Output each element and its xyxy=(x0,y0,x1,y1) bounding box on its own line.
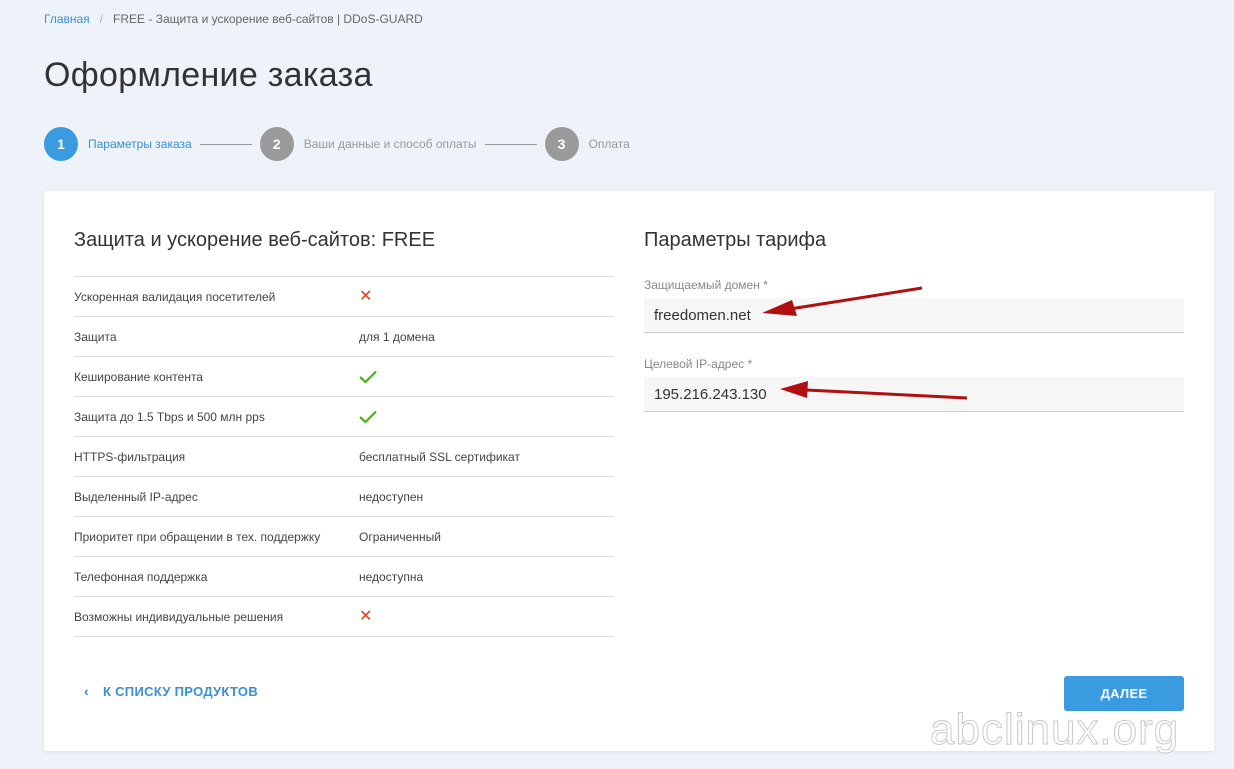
watermark-text: abclinux.org xyxy=(929,705,1180,755)
domain-label: Защищаемый домен * xyxy=(644,278,768,292)
cross-icon: ✕ xyxy=(359,287,373,305)
feature-value: Ограниченный xyxy=(359,529,441,544)
back-to-products-link[interactable]: ‹ К СПИСКУ ПРОДУКТОВ xyxy=(84,683,258,699)
feature-value xyxy=(359,410,614,424)
cross-icon: ✕ xyxy=(359,607,373,625)
page-title: Оформление заказа xyxy=(44,56,373,94)
product-title: Защита и ускорение веб-сайтов: FREE xyxy=(74,229,436,251)
tariff-params-section: Параметры тарифа Защищаемый домен * Целе… xyxy=(644,229,1184,412)
ip-field-wrap xyxy=(644,377,1184,412)
step-2-label: Ваши данные и способ оплаты xyxy=(303,137,477,151)
order-card: Защита и ускорение веб-сайтов: FREE Уско… xyxy=(44,191,1214,751)
feature-row: Защита до 1.5 Tbps и 500 млн pps xyxy=(74,397,614,437)
feature-row: Выделенный IP-адрес недоступен xyxy=(74,477,614,517)
feature-name: Приоритет при обращении в тех. поддержку xyxy=(74,529,321,544)
domain-input[interactable] xyxy=(654,306,1184,324)
feature-value: ✕ xyxy=(359,607,614,625)
feature-name: HTTPS-фильтрация xyxy=(74,449,186,464)
breadcrumb-home-link[interactable]: Главная xyxy=(44,12,90,26)
feature-value: недоступен xyxy=(359,489,424,504)
step-2: 2 Ваши данные и способ оплаты xyxy=(259,127,477,161)
feature-name: Выделенный IP-адрес xyxy=(74,489,198,504)
tariff-title: Параметры тарифа xyxy=(644,229,827,251)
breadcrumb: Главная / FREE - Защита и ускорение веб-… xyxy=(44,12,423,26)
ip-input[interactable] xyxy=(654,385,1184,403)
feature-row: Защита для 1 домена xyxy=(74,317,614,357)
step-1-number: 1 xyxy=(44,127,78,161)
step-1: 1 Параметры заказа xyxy=(44,127,192,161)
feature-row: Приоритет при обращении в тех. поддержку… xyxy=(74,517,614,557)
feature-row: HTTPS-фильтрация бесплатный SSL сертифика… xyxy=(74,437,614,477)
check-icon xyxy=(359,370,377,384)
feature-value: недоступна xyxy=(359,569,424,584)
feature-row: Возможны индивидуальные решения ✕ xyxy=(74,597,614,637)
domain-field-wrap xyxy=(644,298,1184,333)
feature-name: Телефонная поддержка xyxy=(74,569,208,584)
order-steps: 1 Параметры заказа 2 Ваши данные и спосо… xyxy=(44,127,630,161)
ip-label: Целевой IP-адрес * xyxy=(644,357,753,371)
feature-name: Возможны индивидуальные решения xyxy=(74,609,284,624)
feature-row: Ускоренная валидация посетителей ✕ xyxy=(74,277,614,317)
step-connector xyxy=(199,143,252,145)
feature-name: Защита до 1.5 Tbps и 500 млн pps xyxy=(74,409,265,424)
step-2-number: 2 xyxy=(259,127,294,161)
feature-value: ✕ xyxy=(359,287,614,305)
features-table: Ускоренная валидация посетителей ✕ Защита д… xyxy=(74,276,614,637)
chevron-left-icon: ‹ xyxy=(84,683,89,699)
feature-value: бесплатный SSL сертификат xyxy=(359,449,520,464)
product-features-section: Защита и ускорение веб-сайтов: FREE Уско… xyxy=(74,229,614,637)
feature-name: Ускоренная валидация посетителей xyxy=(74,289,276,304)
step-3: 3 Оплата xyxy=(544,127,630,161)
step-1-label: Параметры заказа xyxy=(88,137,192,151)
breadcrumb-current: FREE - Защита и ускорение веб-сайтов | D… xyxy=(113,12,423,26)
feature-name: Кеширование контента xyxy=(74,369,203,384)
step-3-number: 3 xyxy=(544,127,579,161)
feature-value: для 1 домена xyxy=(359,329,435,344)
step-3-label: Оплата xyxy=(588,137,630,151)
breadcrumb-separator: / xyxy=(99,12,104,26)
back-link-label: К СПИСКУ ПРОДУКТОВ xyxy=(102,683,259,699)
step-connector xyxy=(484,143,537,145)
feature-name: Защита xyxy=(74,329,117,344)
feature-value xyxy=(359,370,614,384)
feature-row: Телефонная поддержка недоступна xyxy=(74,557,614,597)
feature-row: Кеширование контента xyxy=(74,357,614,397)
check-icon xyxy=(359,410,377,424)
